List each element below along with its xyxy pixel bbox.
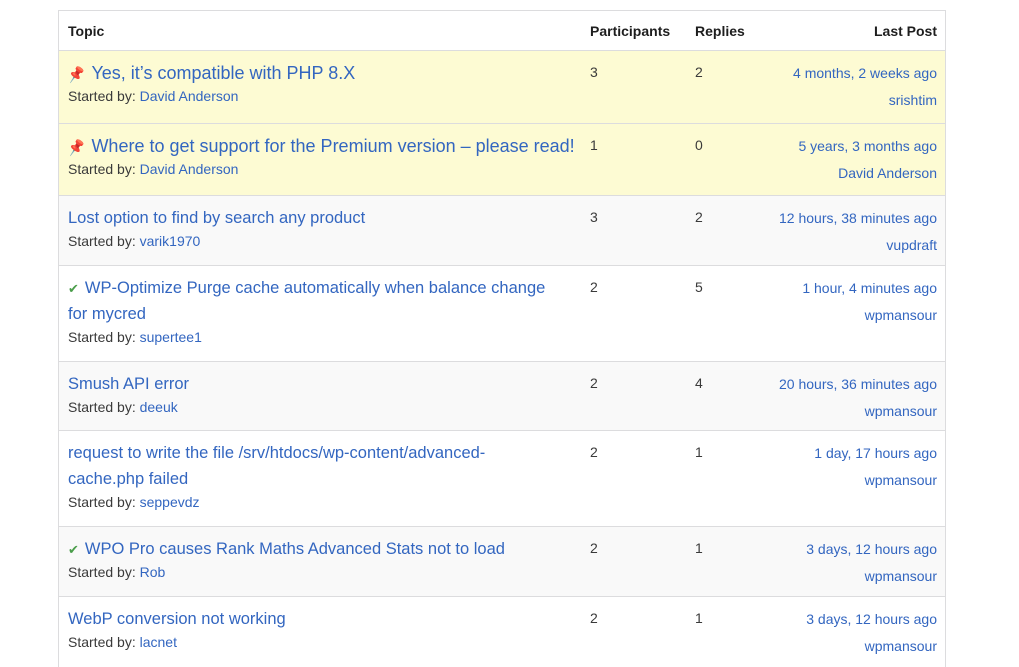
replies-count: 1 (695, 540, 703, 556)
participants-count: 2 (590, 375, 598, 391)
replies-count: 1 (695, 610, 703, 626)
topic-title-link[interactable]: WPO Pro causes Rank Maths Advanced Stats… (85, 540, 505, 558)
header-topic: Topic (68, 23, 105, 39)
replies-count: 1 (695, 444, 703, 460)
started-by-label: Started by: (68, 329, 136, 345)
table-row: 📌 Yes, it’s compatible with PHP 8.X Start… (59, 51, 945, 124)
author-link[interactable]: David Anderson (140, 88, 239, 104)
last-post: 1 day, 17 hours ago wpmansour (814, 444, 937, 489)
last-post-time-link[interactable]: 20 hours, 36 minutes ago (779, 375, 937, 393)
last-post-user-link[interactable]: wpmansour (779, 402, 937, 420)
started-by-label: Started by: (68, 634, 136, 650)
pin-icon: 📌 (66, 64, 87, 84)
last-post-time-link[interactable]: 1 hour, 4 minutes ago (802, 279, 937, 297)
last-post-time-link[interactable]: 5 years, 3 months ago (798, 137, 937, 155)
last-post: 12 hours, 38 minutes ago vupdraft (779, 209, 937, 254)
replies-count: 2 (695, 64, 703, 80)
table-row: ✔ WPO Pro causes Rank Maths Advanced Stat… (59, 527, 945, 597)
header-participants: Participants (590, 23, 671, 39)
started-by-label: Started by: (68, 494, 136, 510)
topic-title-link[interactable]: Smush API error (68, 375, 189, 393)
author-link[interactable]: varik1970 (140, 233, 201, 249)
participants-count: 2 (590, 610, 598, 626)
table-header: Topic Participants Replies Last Post (59, 11, 945, 51)
author-link[interactable]: Rob (140, 564, 166, 580)
table-row: 📌 Where to get support for the Premium ve… (59, 124, 945, 196)
started-by-label: Started by: (68, 88, 136, 104)
author-link[interactable]: deeuk (140, 399, 178, 415)
last-post-user-link[interactable]: wpmansour (806, 567, 937, 585)
replies-count: 4 (695, 375, 703, 391)
author-link[interactable]: lacnet (140, 634, 177, 650)
topic-title-link[interactable]: request to write the file /srv/htdocs/wp… (68, 444, 485, 488)
started-by-label: Started by: (68, 399, 136, 415)
started-by-label: Started by: (68, 161, 136, 177)
last-post-user-link[interactable]: srishtim (793, 91, 937, 109)
header-replies: Replies (695, 23, 745, 39)
topic-title-link[interactable]: Where to get support for the Premium ver… (91, 136, 574, 156)
last-post-time-link[interactable]: 3 days, 12 hours ago (806, 610, 937, 628)
last-post-time-link[interactable]: 1 day, 17 hours ago (814, 444, 937, 462)
started-by: Started by: David Anderson (68, 88, 588, 104)
last-post-user-link[interactable]: David Anderson (798, 164, 937, 182)
last-post-user-link[interactable]: wpmansour (802, 306, 937, 324)
participants-count: 2 (590, 279, 598, 295)
started-by-label: Started by: (68, 564, 136, 580)
resolved-check-icon: ✔ (68, 281, 79, 296)
author-link[interactable]: seppevdz (140, 494, 200, 510)
pin-icon: 📌 (66, 137, 87, 157)
topics-table: Topic Participants Replies Last Post 📌 Ye… (58, 10, 946, 667)
last-post: 3 days, 12 hours ago wpmansour (806, 540, 937, 585)
author-link[interactable]: David Anderson (140, 161, 239, 177)
participants-count: 2 (590, 444, 598, 460)
participants-count: 2 (590, 540, 598, 556)
started-by: Started by: David Anderson (68, 161, 608, 177)
participants-count: 3 (590, 64, 598, 80)
topic-title-link[interactable]: WebP conversion not working (68, 610, 286, 628)
topic-title-link[interactable]: Lost option to find by search any produc… (68, 209, 365, 227)
table-row: ✔ WP-Optimize Purge cache automatically w… (59, 266, 945, 362)
last-post: 4 months, 2 weeks ago srishtim (793, 64, 937, 109)
last-post-user-link[interactable]: wpmansour (814, 471, 937, 489)
last-post-time-link[interactable]: 4 months, 2 weeks ago (793, 64, 937, 82)
header-last-post: Last Post (873, 23, 937, 39)
started-by: Started by: varik1970 (68, 233, 588, 249)
author-link[interactable]: supertee1 (140, 329, 202, 345)
started-by: Started by: seppevdz (68, 494, 538, 510)
last-post: 1 hour, 4 minutes ago wpmansour (802, 279, 937, 324)
table-row: Smush API error Started by: deeuk 2 4 20… (59, 362, 945, 431)
last-post-time-link[interactable]: 3 days, 12 hours ago (806, 540, 937, 558)
started-by: Started by: lacnet (68, 634, 588, 650)
started-by: Started by: deeuk (68, 399, 588, 415)
started-by: Started by: Rob (68, 564, 588, 580)
topic-title-link[interactable]: Yes, it’s compatible with PHP 8.X (91, 63, 355, 83)
replies-count: 2 (695, 209, 703, 225)
replies-count: 0 (695, 137, 703, 153)
last-post: 3 days, 12 hours ago wpmansour (806, 610, 937, 655)
table-row: request to write the file /srv/htdocs/wp… (59, 431, 945, 527)
participants-count: 1 (590, 137, 598, 153)
resolved-check-icon: ✔ (68, 542, 79, 557)
participants-count: 3 (590, 209, 598, 225)
table-row: WebP conversion not working Started by: … (59, 597, 945, 667)
last-post-user-link[interactable]: wpmansour (806, 637, 937, 655)
started-by-label: Started by: (68, 233, 136, 249)
replies-count: 5 (695, 279, 703, 295)
last-post-user-link[interactable]: vupdraft (779, 236, 937, 254)
table-row: Lost option to find by search any produc… (59, 196, 945, 266)
last-post: 5 years, 3 months ago David Anderson (798, 137, 937, 182)
last-post-time-link[interactable]: 12 hours, 38 minutes ago (779, 209, 937, 227)
topic-title-link[interactable]: WP-Optimize Purge cache automatically wh… (68, 279, 545, 323)
started-by: Started by: supertee1 (68, 329, 568, 345)
last-post: 20 hours, 36 minutes ago wpmansour (779, 375, 937, 420)
